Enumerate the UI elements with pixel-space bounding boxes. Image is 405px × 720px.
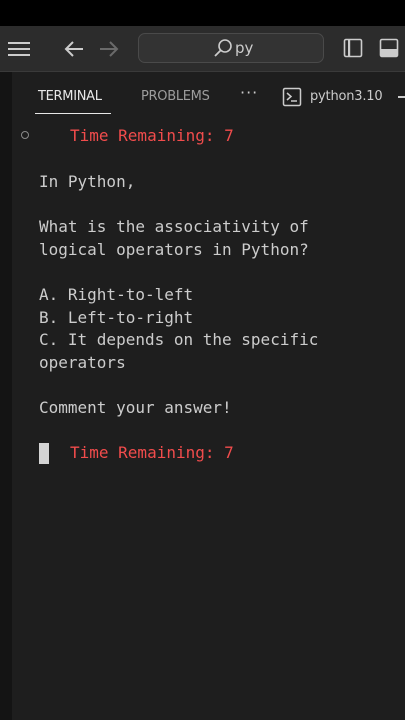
tab-terminal[interactable]: TERMINAL — [38, 89, 102, 104]
active-tab-indicator — [35, 113, 111, 114]
terminal-cursor — [39, 443, 49, 464]
terminal-line: A. Right-to-left — [39, 285, 194, 304]
toggle-sidebar-icon[interactable] — [343, 38, 363, 58]
panel-overflow-indicator — [398, 96, 405, 98]
tab-problems[interactable]: PROBLEMS — [141, 89, 210, 104]
top-black-bar — [0, 0, 405, 26]
title-bar: py — [0, 26, 405, 72]
timer-top: Time Remaining: 7 — [70, 126, 234, 145]
terminal-line: operators — [39, 353, 126, 372]
search-icon — [214, 39, 232, 57]
menu-icon[interactable] — [8, 41, 30, 57]
more-actions-icon[interactable]: ··· — [240, 83, 258, 102]
toggle-panel-icon[interactable] — [379, 38, 399, 58]
terminal-line: What is the associativity of — [39, 217, 309, 236]
terminal-line: Comment your answer! — [39, 398, 232, 417]
arrow-left-icon[interactable] — [64, 40, 84, 58]
arrow-right-icon[interactable] — [99, 40, 119, 58]
terminal-line: logical operators in Python? — [39, 240, 309, 259]
search-query: py — [235, 39, 254, 57]
terminal-line: C. It depends on the specific — [39, 330, 319, 349]
panel-tabs: TERMINAL PROBLEMS ··· python3.10 — [12, 72, 405, 118]
timer-bottom: Time Remaining: 7 — [70, 443, 234, 462]
activity-strip — [0, 72, 12, 720]
terminal-panel: TERMINAL PROBLEMS ··· python3.10 — [12, 72, 405, 720]
terminal-instance-name: python3.10 — [310, 89, 383, 104]
terminal-line: B. Left-to-right — [39, 308, 194, 327]
command-center-search[interactable]: py — [138, 33, 324, 63]
terminal-line: In Python, — [39, 172, 136, 191]
command-decoration-icon — [21, 131, 29, 139]
terminal-icon — [282, 87, 302, 107]
